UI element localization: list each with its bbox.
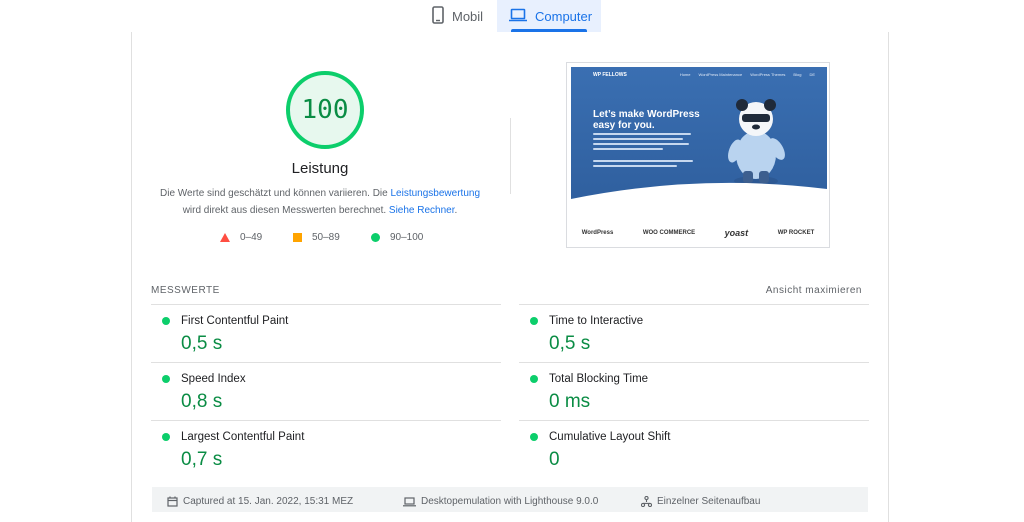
preview-body-text [593, 133, 693, 173]
pass-circle-icon [530, 375, 538, 383]
calendar-icon [167, 496, 178, 507]
desc-text-2: wird direkt aus diesen Messwerten berech… [182, 205, 389, 216]
metric-label: Speed Index [181, 373, 246, 385]
performance-title: Leistung [291, 160, 349, 177]
metric-value: 0,5 s [549, 333, 591, 354]
device-tabs: Mobil Computer [0, 0, 1024, 32]
emulation-item: Desktopemulation with Lighthouse 9.0.0 [403, 496, 598, 507]
vertical-divider [510, 118, 511, 194]
pass-circle-icon [162, 433, 170, 441]
emulation-text: Desktopemulation with Lighthouse 9.0.0 [421, 496, 599, 507]
tab-mobile-label: Mobil [452, 8, 484, 24]
page-load-item: Einzelner Seitenaufbau [641, 496, 760, 507]
phone-icon [432, 5, 444, 27]
preview-wave [571, 182, 827, 205]
laptop-icon [403, 496, 416, 506]
tab-computer-label: Computer [535, 8, 593, 24]
desc-end: . [454, 205, 458, 216]
metric-label: Total Blocking Time [549, 373, 649, 385]
calculator-link[interactable]: Siehe Rechner [389, 205, 455, 216]
tab-computer[interactable]: Computer [497, 0, 601, 32]
preview-nav-item: WordPress Maintenance [698, 72, 743, 77]
preview-nav-item: DE [809, 72, 815, 77]
metric-value: 0 [549, 449, 560, 470]
metrics-section-title: MESSWERTE [151, 285, 220, 296]
pass-circle-icon [162, 375, 170, 383]
red-triangle-icon [220, 233, 230, 242]
metric-time-to-interactive: Time to Interactive 0,5 s [519, 304, 869, 363]
runtime-settings-footer: Captured at 15. Jan. 2022, 15:31 MEZ Des… [152, 487, 868, 512]
laptop-icon [509, 8, 527, 25]
metric-value: 0,7 s [181, 449, 223, 470]
score-calculation-link[interactable]: Leistungsbewertung [391, 188, 481, 199]
expand-view-toggle[interactable]: Ansicht maximieren [766, 285, 862, 296]
metric-total-blocking-time: Total Blocking Time 0 ms [519, 362, 869, 421]
legend-fail: 0–49 [220, 232, 262, 243]
legend-average-label: 50–89 [312, 232, 340, 243]
metric-value: 0 ms [549, 391, 591, 412]
preview-nav-item: Blog [793, 72, 802, 77]
woocommerce-logo: WOO COMMERCE [642, 230, 696, 236]
metric-largest-contentful-paint: Largest Contentful Paint 0,7 s [151, 420, 501, 479]
preview-nav-items: Home WordPress Maintenance WordPress The… [680, 72, 815, 77]
preview-hero: WP FELLOWS Home WordPress Maintenance Wo… [571, 67, 827, 205]
pass-circle-icon [530, 433, 538, 441]
legend-average: 50–89 [293, 232, 340, 243]
tab-mobile[interactable]: Mobil [424, 0, 504, 32]
metric-speed-index: Speed Index 0,8 s [151, 362, 501, 421]
metric-label: Cumulative Layout Shift [549, 431, 671, 443]
wp-rocket-logo: WP ROCKET [777, 230, 815, 236]
metric-value: 0,5 s [181, 333, 223, 354]
orange-square-icon [293, 233, 302, 242]
page-screenshot-preview[interactable]: WP FELLOWS Home WordPress Maintenance Wo… [566, 62, 830, 248]
legend-pass-label: 90–100 [390, 232, 424, 243]
panda-mascot-image [728, 99, 785, 186]
captured-at-item: Captured at 15. Jan. 2022, 15:31 MEZ [167, 496, 353, 507]
performance-score-value: 100 [301, 95, 349, 125]
score-description: Die Werte sind geschätzt und können vari… [160, 185, 480, 219]
yoast-logo: yoast [724, 228, 749, 238]
legend-pass: 90–100 [371, 232, 423, 243]
performance-score-gauge: 100 [286, 71, 364, 149]
metric-value: 0,8 s [181, 391, 223, 412]
metric-label: Time to Interactive [549, 315, 644, 327]
captured-at-text: Captured at 15. Jan. 2022, 15:31 MEZ [183, 496, 354, 507]
preview-nav-item: Home [679, 72, 691, 77]
preview-partner-logos: WordPress WOO COMMERCE yoast WP ROCKET [567, 223, 829, 243]
metric-label: Largest Contentful Paint [181, 431, 305, 443]
desc-text-1: Die Werte sind geschätzt und können vari… [160, 188, 391, 199]
pass-circle-icon [162, 317, 170, 325]
network-icon [641, 496, 652, 507]
green-circle-icon [371, 233, 380, 242]
pass-circle-icon [530, 317, 538, 325]
metric-cumulative-layout-shift: Cumulative Layout Shift 0 [519, 420, 869, 479]
page-load-text: Einzelner Seitenaufbau [657, 496, 761, 507]
metric-first-contentful-paint: First Contentful Paint 0,5 s [151, 304, 501, 363]
legend-fail-label: 0–49 [240, 232, 263, 243]
preview-nav: WP FELLOWS Home WordPress Maintenance Wo… [571, 67, 827, 81]
preview-logo: WP FELLOWS [593, 72, 627, 78]
wordpress-logo: WordPress [581, 230, 614, 236]
preview-nav-item: WordPress Themes [750, 72, 786, 77]
metric-label: First Contentful Paint [181, 315, 289, 327]
preview-headline: Let’s make WordPress easy for you. [593, 109, 700, 131]
